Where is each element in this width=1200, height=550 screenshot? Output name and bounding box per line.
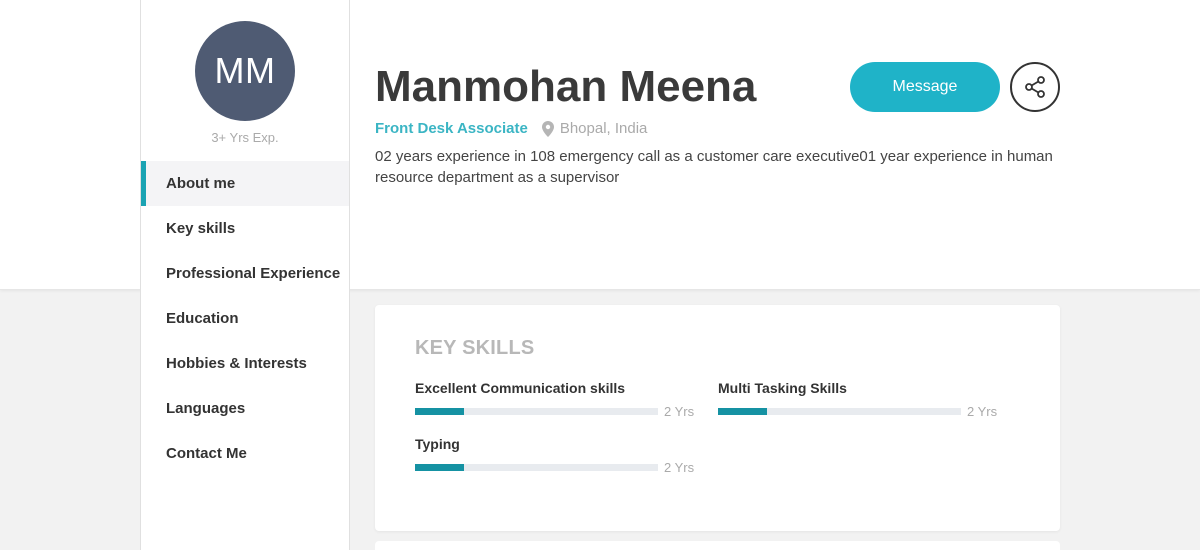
- key-skills-card: KEY SKILLS Excellent Communication skill…: [375, 305, 1060, 531]
- skill-bar: [718, 408, 961, 415]
- sidebar: MM 3+ Yrs Exp. About me Key skills Profe…: [140, 0, 350, 550]
- share-button[interactable]: [1010, 62, 1060, 112]
- skill-bar: [415, 464, 658, 471]
- sidebar-item-professional-experience[interactable]: Professional Experience: [141, 251, 349, 296]
- sidebar-item-hobbies-interests[interactable]: Hobbies & Interests: [141, 341, 349, 386]
- skill-years: 2 Yrs: [664, 460, 695, 475]
- job-title: Front Desk Associate: [375, 120, 528, 137]
- skill-years: 2 Yrs: [967, 404, 998, 419]
- sidebar-item-languages[interactable]: Languages: [141, 386, 349, 431]
- sidebar-item-about-me[interactable]: About me: [141, 161, 349, 206]
- location: Bhopal, India: [559, 120, 648, 137]
- skill-bar-fill: [718, 408, 767, 415]
- skill-name: Typing: [415, 436, 460, 452]
- next-section-card: [375, 541, 1060, 550]
- skill-bar-fill: [415, 464, 464, 471]
- sidebar-item-contact-me[interactable]: Contact Me: [141, 431, 349, 476]
- skill-item: Excellent Communication skills 2 Yrs: [415, 380, 695, 419]
- map-pin-icon: [541, 120, 554, 137]
- experience-label: 3+ Yrs Exp.: [211, 130, 279, 145]
- share-icon: [1025, 76, 1045, 98]
- sidebar-item-education[interactable]: Education: [141, 296, 349, 341]
- skill-item: Typing 2 Yrs: [415, 436, 695, 475]
- skill-name: Multi Tasking Skills: [718, 380, 847, 396]
- skill-bar: [415, 408, 658, 415]
- role-location-line: Front Desk Associate Bhopal, India: [375, 120, 647, 137]
- about-text: 02 years experience in 108 emergency cal…: [375, 148, 1053, 186]
- skill-name: Excellent Communication skills: [415, 380, 626, 396]
- profile-name: Manmohan Meena: [375, 62, 757, 111]
- sidebar-item-key-skills[interactable]: Key skills: [141, 206, 349, 251]
- sidebar-nav: About me Key skills Professional Experie…: [141, 161, 349, 476]
- skill-years: 2 Yrs: [664, 404, 695, 419]
- message-button[interactable]: Message: [850, 62, 1000, 112]
- profile-page: MM 3+ Yrs Exp. About me Key skills Profe…: [0, 0, 1200, 550]
- key-skills-title: KEY SKILLS: [415, 337, 535, 359]
- skill-item: Multi Tasking Skills 2 Yrs: [718, 380, 998, 419]
- skill-bar-fill: [415, 408, 464, 415]
- avatar: MM: [195, 21, 295, 121]
